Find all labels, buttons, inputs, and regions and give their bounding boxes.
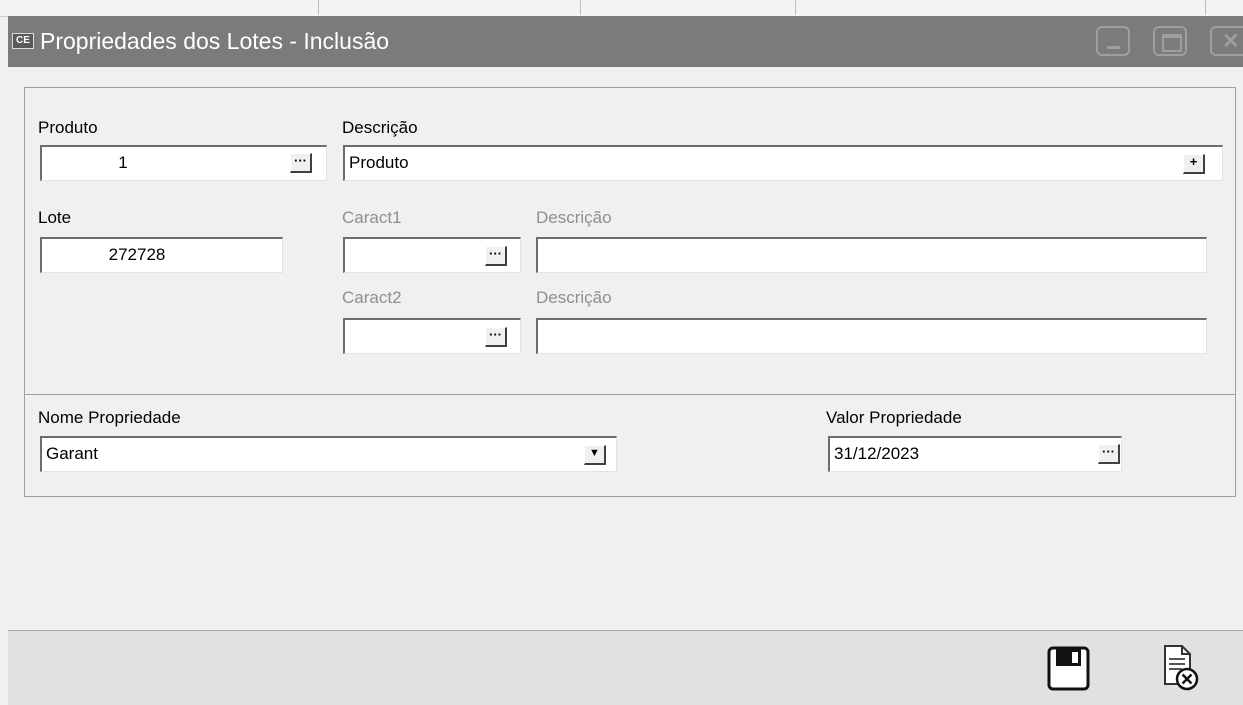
title-bar: CE Propriedades dos Lotes - Inclusão: [8, 16, 1243, 67]
valor-propriedade-field[interactable]: 31/12/2023: [828, 436, 1122, 472]
toolbar-separator: [318, 0, 319, 15]
chevron-down-icon[interactable]: ▼: [584, 445, 606, 465]
produto-value: 1: [118, 153, 128, 172]
window-title: Propriedades dos Lotes - Inclusão: [40, 28, 390, 54]
form-panel: Produto 1 ··· Descrição Produto + Lote 2…: [24, 87, 1236, 497]
footer-bar: [8, 630, 1243, 705]
toolbar-separator: [580, 0, 581, 15]
caract2-descricao-label: Descrição: [536, 288, 612, 307]
caract2-lookup-button[interactable]: ···: [485, 327, 507, 347]
valor-propriedade-label: Valor Propriedade: [826, 408, 962, 427]
maximize-icon[interactable]: [1153, 26, 1187, 56]
caract1-label: Caract1: [342, 208, 402, 227]
app-icon: CE: [12, 33, 34, 49]
descricao-field[interactable]: Produto: [343, 145, 1223, 181]
descricao-add-button[interactable]: +: [1183, 154, 1205, 174]
produto-lookup-button[interactable]: ···: [290, 153, 312, 173]
minimize-icon[interactable]: [1096, 26, 1130, 56]
descricao-label: Descrição: [342, 118, 418, 137]
caract2-label: Caract2: [342, 288, 402, 307]
caract2-descricao-field[interactable]: [536, 318, 1207, 354]
lote-label: Lote: [38, 208, 72, 227]
nome-propriedade-select[interactable]: Garant: [40, 436, 617, 472]
panel-divider: [25, 394, 1235, 395]
toolbar-separator: [1205, 0, 1206, 15]
nome-propriedade-label: Nome Propriedade: [38, 408, 181, 427]
lote-field[interactable]: 272728: [40, 237, 283, 273]
produto-label: Produto: [38, 118, 98, 137]
toolbar-strip: [0, 0, 1243, 17]
valor-propriedade-value: 31/12/2023: [834, 444, 920, 463]
form-area: Produto 1 ··· Descrição Produto + Lote 2…: [8, 67, 1243, 630]
close-icon[interactable]: [1210, 26, 1243, 56]
caract1-descricao-field[interactable]: [536, 237, 1207, 273]
lote-value: 272728: [108, 245, 166, 264]
toolbar-separator: [795, 0, 796, 15]
nome-propriedade-value: Garant: [46, 444, 98, 463]
save-icon[interactable]: [1047, 646, 1090, 691]
caract1-lookup-button[interactable]: ···: [485, 246, 507, 266]
cancel-document-icon[interactable]: [1162, 644, 1200, 692]
caract1-descricao-label: Descrição: [536, 208, 612, 227]
valor-propriedade-lookup-button[interactable]: ···: [1098, 444, 1120, 464]
descricao-value: Produto: [349, 153, 409, 172]
produto-field[interactable]: 1: [40, 145, 327, 181]
